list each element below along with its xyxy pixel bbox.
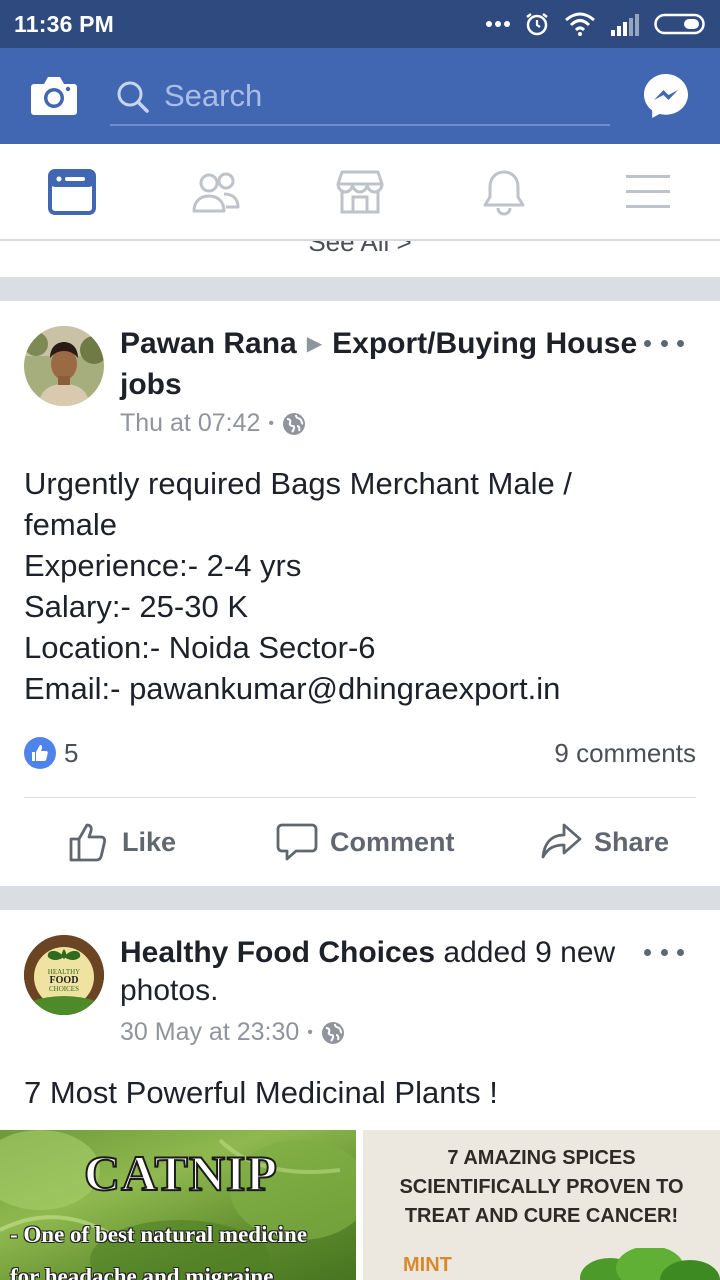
more-options-button[interactable] bbox=[644, 942, 684, 962]
post-text-line: Salary:- 25-30 K bbox=[24, 589, 248, 624]
comment-icon bbox=[276, 823, 318, 861]
alarm-icon bbox=[526, 13, 548, 36]
bell-icon bbox=[483, 170, 525, 216]
comment-label: Comment bbox=[330, 826, 455, 857]
post-text-line: 7 Most Powerful Medicinal Plants ! bbox=[24, 1075, 498, 1110]
feed-post: Pawan Rana ▶ Export/Buying House jobs Thu … bbox=[0, 301, 720, 886]
news-feed-icon bbox=[48, 169, 96, 215]
search-icon bbox=[117, 81, 149, 113]
globe-icon bbox=[283, 412, 305, 435]
meta-separator: • bbox=[307, 1023, 313, 1041]
messenger-icon bbox=[644, 74, 688, 118]
like-button[interactable]: Like bbox=[68, 798, 176, 886]
tab-friends[interactable] bbox=[144, 144, 288, 240]
status-icons bbox=[486, 8, 708, 40]
more-dot-icon bbox=[677, 948, 684, 956]
post-meta: 30 May at 23:30 • bbox=[120, 1018, 345, 1047]
post-text-line: Urgently required Bags Merchant Male / f… bbox=[24, 466, 572, 542]
post-header: Pawan Rana ▶ Export/Buying House jobs bbox=[120, 325, 640, 404]
comments-count[interactable]: 9 comments bbox=[554, 738, 696, 769]
wifi-icon bbox=[565, 12, 595, 36]
like-icon bbox=[69, 823, 107, 862]
share-label: Share bbox=[594, 826, 670, 857]
post-meta: Thu at 07:42 • bbox=[120, 409, 306, 438]
marketplace-icon bbox=[336, 170, 384, 214]
messenger-button[interactable] bbox=[642, 72, 690, 120]
globe-icon bbox=[321, 1021, 344, 1044]
photo-caption-line: for headache and migraine bbox=[10, 1264, 274, 1280]
menu-icon bbox=[626, 175, 670, 208]
more-dot-icon bbox=[644, 948, 651, 956]
feed-post: HEALTHY FOOD CHOICES Healthy Food Choice… bbox=[0, 910, 720, 1280]
group-arrow-icon: ▶ bbox=[306, 333, 323, 355]
status-time: 11:36 PM bbox=[14, 11, 115, 37]
tab-news-feed[interactable] bbox=[0, 144, 144, 240]
camera-icon bbox=[31, 77, 77, 115]
tab-marketplace[interactable] bbox=[288, 144, 432, 240]
more-dot-icon bbox=[677, 339, 684, 347]
avatar-image bbox=[24, 326, 104, 406]
more-dot-icon bbox=[660, 948, 668, 956]
share-icon bbox=[541, 823, 582, 859]
photo-label: MINT bbox=[403, 1254, 452, 1276]
reactions-row[interactable]: 5 9 comments bbox=[24, 733, 696, 773]
photo-headline-line: SCIENTIFICALLY PROVEN TO bbox=[399, 1176, 684, 1198]
post-body: Urgently required Bags Merchant Male / f… bbox=[24, 463, 704, 709]
signal-icon bbox=[611, 14, 639, 36]
search-bar[interactable] bbox=[110, 70, 610, 126]
tab-bar bbox=[0, 144, 720, 240]
feed-divider bbox=[0, 277, 720, 301]
like-label: Like bbox=[122, 826, 177, 857]
avatar-image: HEALTHY FOOD CHOICES bbox=[24, 935, 104, 1015]
see-all-link[interactable]: See All > bbox=[0, 240, 720, 276]
tab-menu[interactable] bbox=[576, 144, 720, 240]
search-input[interactable] bbox=[164, 76, 594, 116]
see-all-text: See All > bbox=[308, 240, 412, 257]
post-text-line: Location:- Noida Sector-6 bbox=[24, 630, 376, 665]
post-time[interactable]: 30 May at 23:30 bbox=[120, 1018, 299, 1047]
post-author[interactable]: Pawan Rana bbox=[120, 327, 297, 360]
post-text-line: Experience:- 2-4 yrs bbox=[24, 548, 302, 583]
photo-grid: CATNIP - One of best natural medicine fo… bbox=[0, 1130, 720, 1280]
more-dot-icon bbox=[660, 339, 668, 347]
status-bar: 11:36 PM bbox=[0, 0, 720, 48]
battery-icon bbox=[654, 13, 705, 35]
photo-headline: 7 AMAZING SPICES SCIENTIFICALLY PROVEN T… bbox=[363, 1144, 720, 1231]
more-dot-icon bbox=[644, 339, 651, 347]
post-header: Healthy Food Choices added 9 new photos. bbox=[120, 934, 640, 1010]
post-author[interactable]: Healthy Food Choices bbox=[120, 936, 435, 969]
avatar[interactable] bbox=[24, 326, 104, 406]
like-badge-icon bbox=[24, 737, 56, 769]
photo-headline-line: 7 AMAZING SPICES bbox=[447, 1147, 636, 1169]
camera-button[interactable] bbox=[30, 72, 78, 118]
like-count: 5 bbox=[64, 738, 79, 768]
action-bar: Like Comment Share bbox=[0, 798, 720, 886]
friends-icon bbox=[192, 172, 240, 213]
post-text-line: Email:- pawankumar@dhingraexport.in bbox=[24, 671, 561, 706]
photo-title: CATNIP bbox=[83, 1144, 278, 1202]
post-body: 7 Most Powerful Medicinal Plants ! bbox=[24, 1072, 704, 1113]
more-options-button[interactable] bbox=[644, 333, 684, 353]
photo-catnip[interactable]: CATNIP - One of best natural medicine fo… bbox=[0, 1130, 356, 1280]
more-dots-icon bbox=[486, 21, 510, 27]
meta-separator: • bbox=[268, 414, 274, 432]
photo-spices[interactable]: 7 AMAZING SPICES SCIENTIFICALLY PROVEN T… bbox=[363, 1130, 720, 1280]
post-time[interactable]: Thu at 07:42 bbox=[120, 409, 260, 438]
avatar-word: CHOICES bbox=[49, 985, 79, 993]
share-button[interactable]: Share bbox=[540, 798, 669, 886]
page-avatar[interactable]: HEALTHY FOOD CHOICES bbox=[24, 935, 104, 1015]
photo-caption-line: - One of best natural medicine bbox=[10, 1222, 308, 1247]
mint-leaves-illustration bbox=[580, 1248, 720, 1280]
comment-button[interactable]: Comment bbox=[276, 798, 455, 886]
tab-notifications[interactable] bbox=[432, 144, 576, 240]
photo-headline-line: TREAT AND CURE CANCER! bbox=[404, 1205, 679, 1227]
feed-divider bbox=[0, 886, 720, 910]
app-header bbox=[0, 48, 720, 144]
